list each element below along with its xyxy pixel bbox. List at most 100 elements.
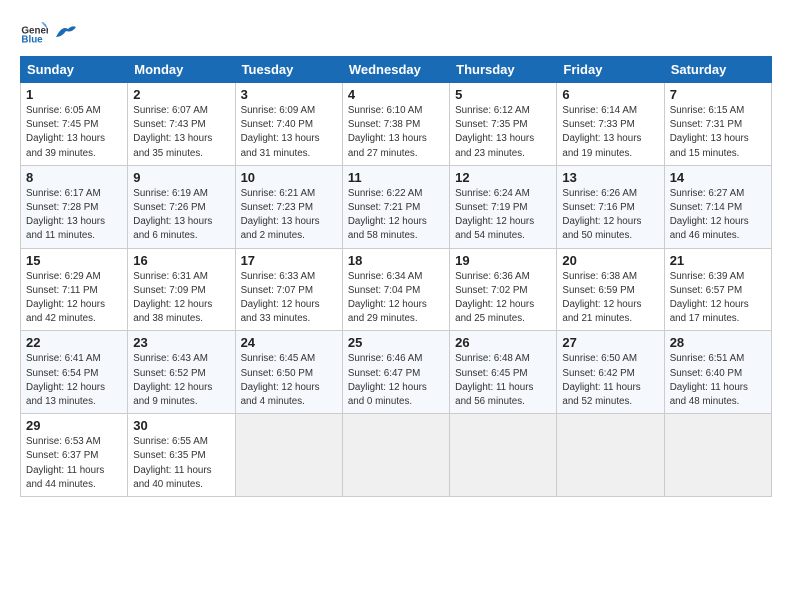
calendar-cell: 18 Sunrise: 6:34 AM Sunset: 7:04 PM Dayli… xyxy=(342,248,449,331)
day-number: 3 xyxy=(241,87,337,102)
day-info: Sunrise: 6:27 AM Sunset: 7:14 PM Dayligh… xyxy=(670,187,766,244)
day-number: 7 xyxy=(670,87,766,102)
column-header-thursday: Thursday xyxy=(450,57,557,83)
day-info: Sunrise: 6:17 AM Sunset: 7:28 PM Dayligh… xyxy=(26,187,122,244)
day-number: 2 xyxy=(133,87,229,102)
day-number: 22 xyxy=(26,335,122,350)
calendar-cell: 29 Sunrise: 6:53 AM Sunset: 6:37 PM Dayli… xyxy=(21,414,128,497)
day-info: Sunrise: 6:22 AM Sunset: 7:21 PM Dayligh… xyxy=(348,187,444,244)
calendar-cell: 26 Sunrise: 6:48 AM Sunset: 6:45 PM Dayli… xyxy=(450,331,557,414)
calendar-cell: 2 Sunrise: 6:07 AM Sunset: 7:43 PM Daylig… xyxy=(128,83,235,166)
calendar-cell: 11 Sunrise: 6:22 AM Sunset: 7:21 PM Dayli… xyxy=(342,165,449,248)
logo: General Blue xyxy=(20,18,76,46)
day-number: 8 xyxy=(26,170,122,185)
day-info: Sunrise: 6:43 AM Sunset: 6:52 PM Dayligh… xyxy=(133,352,229,409)
calendar-cell: 20 Sunrise: 6:38 AM Sunset: 6:59 PM Dayli… xyxy=(557,248,664,331)
day-number: 24 xyxy=(241,335,337,350)
day-number: 4 xyxy=(348,87,444,102)
day-info: Sunrise: 6:14 AM Sunset: 7:33 PM Dayligh… xyxy=(562,104,658,161)
day-number: 6 xyxy=(562,87,658,102)
calendar-cell: 8 Sunrise: 6:17 AM Sunset: 7:28 PM Daylig… xyxy=(21,165,128,248)
day-number: 19 xyxy=(455,253,551,268)
day-info: Sunrise: 6:05 AM Sunset: 7:45 PM Dayligh… xyxy=(26,104,122,161)
column-header-tuesday: Tuesday xyxy=(235,57,342,83)
calendar-cell: 25 Sunrise: 6:46 AM Sunset: 6:47 PM Dayli… xyxy=(342,331,449,414)
day-info: Sunrise: 6:07 AM Sunset: 7:43 PM Dayligh… xyxy=(133,104,229,161)
calendar-cell: 21 Sunrise: 6:39 AM Sunset: 6:57 PM Dayli… xyxy=(664,248,771,331)
day-number: 17 xyxy=(241,253,337,268)
day-info: Sunrise: 6:39 AM Sunset: 6:57 PM Dayligh… xyxy=(670,270,766,327)
calendar-cell: 24 Sunrise: 6:45 AM Sunset: 6:50 PM Dayli… xyxy=(235,331,342,414)
day-info: Sunrise: 6:50 AM Sunset: 6:42 PM Dayligh… xyxy=(562,352,658,409)
day-info: Sunrise: 6:48 AM Sunset: 6:45 PM Dayligh… xyxy=(455,352,551,409)
column-header-friday: Friday xyxy=(557,57,664,83)
calendar-cell: 10 Sunrise: 6:21 AM Sunset: 7:23 PM Dayli… xyxy=(235,165,342,248)
column-header-monday: Monday xyxy=(128,57,235,83)
day-info: Sunrise: 6:53 AM Sunset: 6:37 PM Dayligh… xyxy=(26,435,122,492)
day-info: Sunrise: 6:55 AM Sunset: 6:35 PM Dayligh… xyxy=(133,435,229,492)
day-number: 18 xyxy=(348,253,444,268)
calendar-cell xyxy=(342,414,449,497)
day-number: 11 xyxy=(348,170,444,185)
day-info: Sunrise: 6:31 AM Sunset: 7:09 PM Dayligh… xyxy=(133,270,229,327)
header: General Blue xyxy=(20,18,772,46)
calendar-cell: 9Sunrise: 6:19 AM Sunset: 7:26 PM Daylig… xyxy=(128,165,235,248)
day-number: 30 xyxy=(133,418,229,433)
calendar-cell: 23 Sunrise: 6:43 AM Sunset: 6:52 PM Dayli… xyxy=(128,331,235,414)
header-row: SundayMondayTuesdayWednesdayThursdayFrid… xyxy=(21,57,772,83)
calendar-cell: 12 Sunrise: 6:24 AM Sunset: 7:19 PM Dayli… xyxy=(450,165,557,248)
day-number: 27 xyxy=(562,335,658,350)
day-info: Sunrise: 6:51 AM Sunset: 6:40 PM Dayligh… xyxy=(670,352,766,409)
day-number: 25 xyxy=(348,335,444,350)
calendar-cell: 19 Sunrise: 6:36 AM Sunset: 7:02 PM Dayli… xyxy=(450,248,557,331)
calendar-cell: 13Sunrise: 6:26 AM Sunset: 7:16 PM Dayli… xyxy=(557,165,664,248)
day-info: Sunrise: 6:45 AM Sunset: 6:50 PM Dayligh… xyxy=(241,352,337,409)
day-info: Sunrise: 6:41 AM Sunset: 6:54 PM Dayligh… xyxy=(26,352,122,409)
calendar-cell xyxy=(664,414,771,497)
day-number: 23 xyxy=(133,335,229,350)
calendar-cell: 6 Sunrise: 6:14 AM Sunset: 7:33 PM Daylig… xyxy=(557,83,664,166)
calendar-cell: 16 Sunrise: 6:31 AM Sunset: 7:09 PM Dayli… xyxy=(128,248,235,331)
day-number: 20 xyxy=(562,253,658,268)
day-info: Sunrise: 6:38 AM Sunset: 6:59 PM Dayligh… xyxy=(562,270,658,327)
calendar-cell: 17 Sunrise: 6:33 AM Sunset: 7:07 PM Dayli… xyxy=(235,248,342,331)
day-number: 29 xyxy=(26,418,122,433)
day-number: 15 xyxy=(26,253,122,268)
day-number: 16 xyxy=(133,253,229,268)
calendar-cell: 7 Sunrise: 6:15 AM Sunset: 7:31 PM Daylig… xyxy=(664,83,771,166)
day-number: 28 xyxy=(670,335,766,350)
calendar-cell: 22 Sunrise: 6:41 AM Sunset: 6:54 PM Dayli… xyxy=(21,331,128,414)
logo-bird-icon xyxy=(54,23,76,41)
day-number: 12 xyxy=(455,170,551,185)
calendar-cell: 30 Sunrise: 6:55 AM Sunset: 6:35 PM Dayli… xyxy=(128,414,235,497)
day-info: Sunrise: 6:10 AM Sunset: 7:38 PM Dayligh… xyxy=(348,104,444,161)
day-info: Sunrise: 6:24 AM Sunset: 7:19 PM Dayligh… xyxy=(455,187,551,244)
day-info: Sunrise: 6:36 AM Sunset: 7:02 PM Dayligh… xyxy=(455,270,551,327)
column-header-sunday: Sunday xyxy=(21,57,128,83)
calendar-cell xyxy=(450,414,557,497)
calendar-cell: 28 Sunrise: 6:51 AM Sunset: 6:40 PM Dayli… xyxy=(664,331,771,414)
day-number: 21 xyxy=(670,253,766,268)
logo-icon: General Blue xyxy=(20,18,48,46)
day-number: 5 xyxy=(455,87,551,102)
day-info: Sunrise: 6:21 AM Sunset: 7:23 PM Dayligh… xyxy=(241,187,337,244)
day-info: Sunrise: 6:26 AM Sunset: 7:16 PM Dayligh… xyxy=(562,187,658,244)
day-number: 9 xyxy=(133,170,229,185)
day-info: Sunrise: 6:29 AM Sunset: 7:11 PM Dayligh… xyxy=(26,270,122,327)
page: General Blue SundayMondayT xyxy=(0,0,792,507)
day-number: 10 xyxy=(241,170,337,185)
column-header-wednesday: Wednesday xyxy=(342,57,449,83)
calendar-table: SundayMondayTuesdayWednesdayThursdayFrid… xyxy=(20,56,772,497)
day-info: Sunrise: 6:12 AM Sunset: 7:35 PM Dayligh… xyxy=(455,104,551,161)
day-info: Sunrise: 6:15 AM Sunset: 7:31 PM Dayligh… xyxy=(670,104,766,161)
day-info: Sunrise: 6:09 AM Sunset: 7:40 PM Dayligh… xyxy=(241,104,337,161)
day-number: 14 xyxy=(670,170,766,185)
day-info: Sunrise: 6:46 AM Sunset: 6:47 PM Dayligh… xyxy=(348,352,444,409)
day-info: Sunrise: 6:34 AM Sunset: 7:04 PM Dayligh… xyxy=(348,270,444,327)
calendar-cell: 15 Sunrise: 6:29 AM Sunset: 7:11 PM Dayli… xyxy=(21,248,128,331)
day-number: 26 xyxy=(455,335,551,350)
day-info: Sunrise: 6:33 AM Sunset: 7:07 PM Dayligh… xyxy=(241,270,337,327)
calendar-cell xyxy=(235,414,342,497)
day-number: 1 xyxy=(26,87,122,102)
svg-text:Blue: Blue xyxy=(21,35,43,46)
